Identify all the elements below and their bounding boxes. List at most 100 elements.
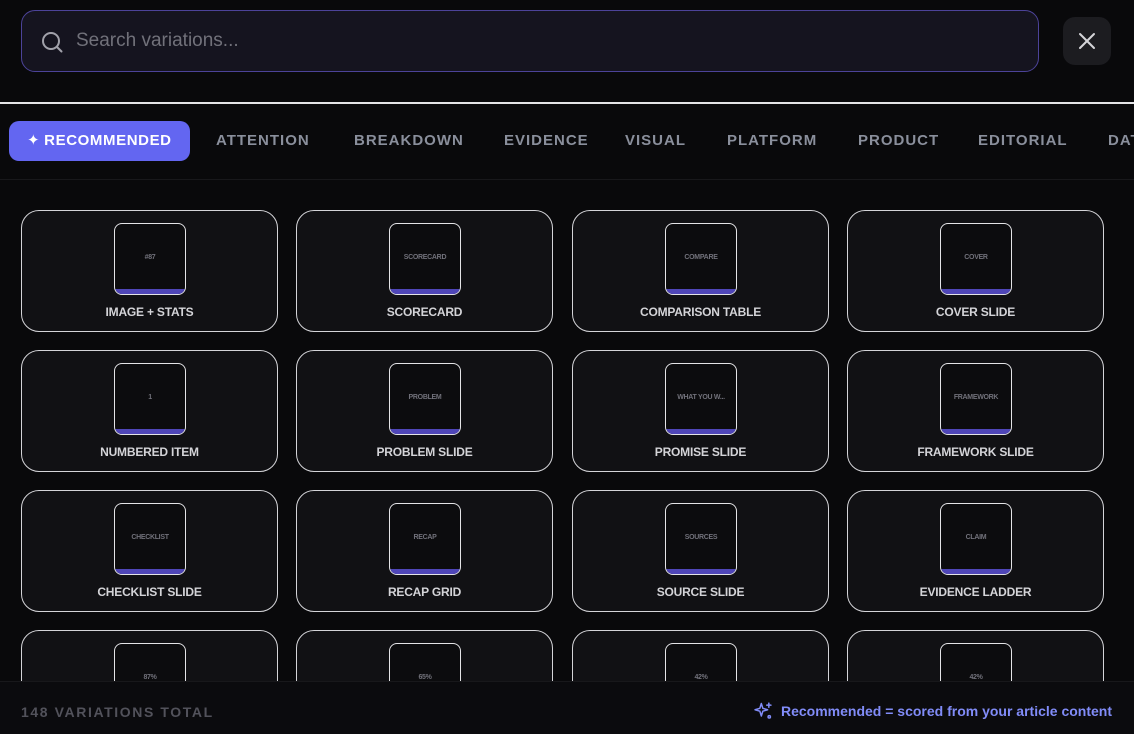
thumbnail-text: 42%: [694, 674, 708, 681]
card-thumbnail: COMPARE: [665, 223, 737, 295]
variation-card-framework-slide[interactable]: FRAMEWORK FRAMEWORK SLIDE: [847, 350, 1104, 472]
thumbnail-text: RECAP: [413, 534, 437, 541]
thumbnail-accent-bar: [390, 429, 460, 434]
thumbnail-accent-bar: [941, 569, 1011, 574]
variation-card-checklist-slide[interactable]: CHECKLIST CHECKLIST SLIDE: [21, 490, 278, 612]
thumbnail-text: #87: [144, 254, 156, 261]
variation-card-cover-slide[interactable]: COVER COVER SLIDE: [847, 210, 1104, 332]
thumbnail-text: SOURCES: [684, 534, 718, 541]
card-thumbnail: CHECKLIST: [114, 503, 186, 575]
sparkle-star-icon: ✦: [27, 132, 41, 149]
footer: 148 VARIATIONS TOTAL Recommended = score…: [0, 681, 1134, 734]
tab-attention[interactable]: ATTENTION: [216, 121, 310, 161]
tab-data[interactable]: DAT: [1108, 121, 1134, 161]
recommended-note-text: Recommended = scored from your article c…: [780, 703, 1112, 719]
variation-card-source-slide[interactable]: SOURCES SOURCE SLIDE: [572, 490, 829, 612]
variation-card[interactable]: 42%: [847, 630, 1104, 681]
card-thumbnail: COVER: [940, 223, 1012, 295]
card-thumbnail: 42%: [940, 643, 1012, 681]
tab-label: VISUAL: [625, 132, 687, 149]
search-input[interactable]: [76, 11, 1022, 71]
card-thumbnail: 87%: [114, 643, 186, 681]
variation-card-comparison-table[interactable]: COMPARE COMPARISON TABLE: [572, 210, 829, 332]
tab-editorial[interactable]: EDITORIAL: [978, 121, 1068, 161]
tab-label: PRODUCT: [858, 132, 940, 149]
thumbnail-text: 1: [148, 394, 152, 401]
tab-breakdown[interactable]: BREAKDOWN: [354, 121, 464, 161]
thumbnail-text: 42%: [969, 674, 983, 681]
thumbnail-accent-bar: [115, 569, 185, 574]
card-thumbnail: 42%: [665, 643, 737, 681]
card-label: NUMBERED ITEM: [100, 445, 199, 459]
thumbnail-accent-bar: [666, 429, 736, 434]
variation-card-image-stats[interactable]: #87 IMAGE + STATS: [21, 210, 278, 332]
variation-card-problem-slide[interactable]: PROBLEM PROBLEM SLIDE: [296, 350, 553, 472]
card-thumbnail: #87: [114, 223, 186, 295]
thumbnail-text: WHAT YOU W...: [677, 394, 725, 401]
card-thumbnail: CLAIM: [940, 503, 1012, 575]
card-label: PROBLEM SLIDE: [376, 445, 473, 459]
card-thumbnail: FRAMEWORK: [940, 363, 1012, 435]
thumbnail-text: CHECKLIST: [131, 534, 169, 541]
close-button[interactable]: [1063, 17, 1111, 65]
tab-label: ATTENTION: [216, 132, 310, 149]
card-thumbnail: RECAP: [389, 503, 461, 575]
thumbnail-text: 65%: [418, 674, 432, 681]
thumbnail-accent-bar: [666, 289, 736, 294]
thumbnail-text: PROBLEM: [408, 394, 442, 401]
variation-card[interactable]: 65%: [296, 630, 553, 681]
card-label: IMAGE + STATS: [105, 305, 194, 319]
thumbnail-accent-bar: [390, 289, 460, 294]
variation-card-promise-slide[interactable]: WHAT YOU W... PROMISE SLIDE: [572, 350, 829, 472]
thumbnail-text: 87%: [143, 674, 157, 681]
tab-label: PLATFORM: [727, 132, 818, 149]
tab-label: EVIDENCE: [504, 132, 589, 149]
search-icon: [42, 32, 63, 53]
thumbnail-accent-bar: [941, 289, 1011, 294]
card-label: SOURCE SLIDE: [656, 585, 745, 599]
thumbnail-accent-bar: [941, 429, 1011, 434]
variations-total-count: 148 VARIATIONS TOTAL: [21, 704, 214, 720]
card-label: CHECKLIST SLIDE: [97, 585, 202, 599]
thumbnail-accent-bar: [115, 289, 185, 294]
variation-card-numbered-item[interactable]: 1 NUMBERED ITEM: [21, 350, 278, 472]
card-label: FRAMEWORK SLIDE: [917, 445, 1034, 459]
tab-label: DAT: [1108, 132, 1134, 149]
variation-grid: #87 IMAGE + STATS SCORECARD SCORECARD CO…: [0, 181, 1134, 681]
card-thumbnail: PROBLEM: [389, 363, 461, 435]
card-thumbnail: 65%: [389, 643, 461, 681]
tab-platform[interactable]: PLATFORM: [727, 121, 817, 161]
card-label: EVIDENCE LADDER: [919, 585, 1032, 599]
tab-label: RECOMMENDED: [44, 132, 172, 149]
variation-card-evidence-ladder[interactable]: CLAIM EVIDENCE LADDER: [847, 490, 1104, 612]
thumbnail-text: COMPARE: [684, 254, 718, 261]
sparkle-icon: [754, 702, 772, 719]
card-label: RECAP GRID: [387, 585, 462, 599]
tab-evidence[interactable]: EVIDENCE: [504, 121, 589, 161]
recommended-note: Recommended = scored from your article c…: [753, 701, 1112, 721]
tab-visual[interactable]: VISUAL: [625, 121, 686, 161]
card-thumbnail: SOURCES: [665, 503, 737, 575]
card-thumbnail: 1: [114, 363, 186, 435]
tab-label: EDITORIAL: [978, 132, 1068, 149]
thumbnail-text: SCORECARD: [403, 254, 447, 261]
search-bar: [21, 10, 1039, 72]
thumbnail-accent-bar: [666, 569, 736, 574]
variation-card-recap-grid[interactable]: RECAP RECAP GRID: [296, 490, 553, 612]
card-thumbnail: WHAT YOU W...: [665, 363, 737, 435]
card-thumbnail: SCORECARD: [389, 223, 461, 295]
tab-product[interactable]: PRODUCT: [858, 121, 939, 161]
close-icon: [1079, 33, 1095, 49]
variation-card[interactable]: 87%: [21, 630, 278, 681]
variation-card-scorecard[interactable]: SCORECARD SCORECARD: [296, 210, 553, 332]
card-label: PROMISE SLIDE: [654, 445, 747, 459]
tab-recommended[interactable]: ✦ RECOMMENDED: [9, 121, 190, 161]
thumbnail-text: CLAIM: [965, 534, 987, 541]
variation-card[interactable]: 42%: [572, 630, 829, 681]
thumbnail-accent-bar: [115, 429, 185, 434]
thumbnail-accent-bar: [390, 569, 460, 574]
tab-label: BREAKDOWN: [354, 132, 464, 149]
category-tabs: ✦ RECOMMENDED ATTENTION BREAKDOWN EVIDENC…: [0, 104, 1134, 180]
card-label: COVER SLIDE: [935, 305, 1016, 319]
thumbnail-text: COVER: [964, 254, 988, 261]
